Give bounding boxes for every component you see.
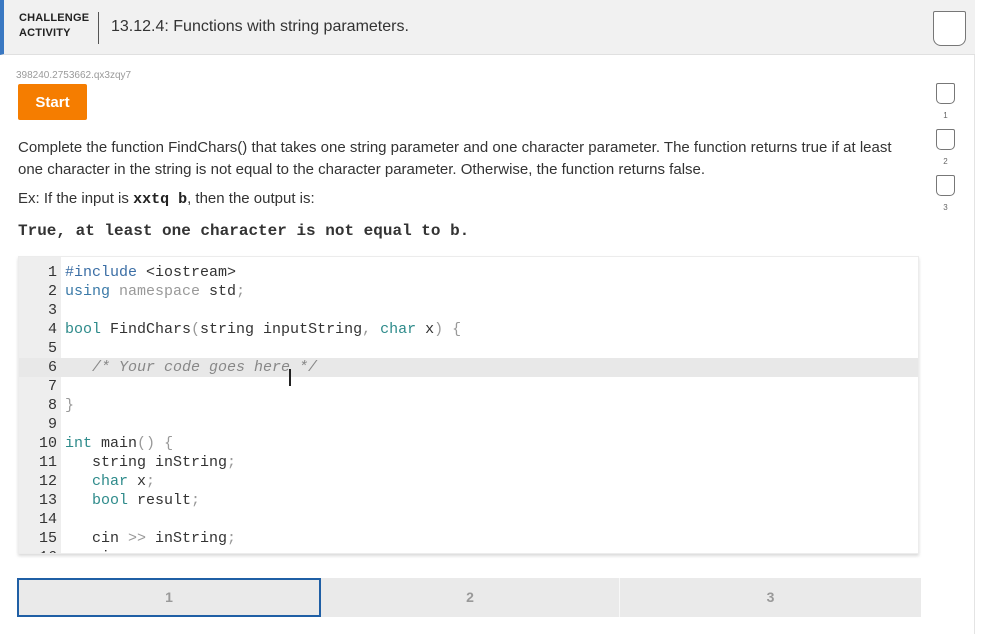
- line-number: 1: [47, 264, 57, 281]
- line-number: 15: [38, 530, 57, 547]
- code-line[interactable]: 14: [19, 510, 918, 529]
- code-line-active[interactable]: 6 /* Your code goes here */: [19, 358, 918, 377]
- activity-type-badge: CHALLENGE ACTIVITY: [19, 11, 89, 41]
- badge-line-1: CHALLENGE: [19, 12, 90, 24]
- line-number: 6: [47, 359, 57, 376]
- progress-label-3: 3: [943, 203, 948, 212]
- badge-line-2: ACTIVITY: [19, 27, 71, 39]
- line-number: 14: [38, 511, 57, 528]
- progress-label-2: 2: [943, 157, 948, 166]
- activity-id: 398240.2753662.qx3zqy7: [16, 70, 132, 81]
- line-number: 10: [38, 435, 57, 452]
- expected-output: True, at least one character is not equa…: [18, 222, 470, 240]
- progress-box-2-icon: [936, 129, 955, 150]
- level-tab-2[interactable]: 2: [321, 578, 619, 617]
- line-number: 11: [38, 454, 57, 471]
- line-number: 3: [47, 302, 57, 319]
- activity-header: CHALLENGE ACTIVITY 13.12.4: Functions wi…: [0, 0, 975, 55]
- line-number: 16: [19, 548, 57, 553]
- code-line[interactable]: 12 char x;: [19, 472, 918, 491]
- line-number: 8: [47, 397, 57, 414]
- code-line[interactable]: 8}: [19, 396, 918, 415]
- level-selector: 1 2 3: [17, 578, 921, 617]
- code-line[interactable]: 1 #include <iostream>: [19, 263, 918, 282]
- line-number: 4: [47, 321, 57, 338]
- example-input: xxtq b: [133, 191, 188, 208]
- activity-title: 13.12.4: Functions with string parameter…: [111, 18, 409, 35]
- line-number: 5: [47, 340, 57, 357]
- level-tab-3[interactable]: 3: [620, 578, 921, 617]
- line-number: 9: [47, 416, 57, 433]
- progress-box-1-icon: [936, 83, 955, 104]
- code-line[interactable]: 16 cin: [19, 548, 918, 553]
- code-line[interactable]: 15 cin >> inString;: [19, 529, 918, 548]
- code-line[interactable]: 11 string inString;: [19, 453, 918, 472]
- progress-box-3-icon: [936, 175, 955, 196]
- start-button[interactable]: Start: [18, 84, 87, 120]
- line-number: 2: [47, 283, 57, 300]
- code-line[interactable]: 10 int main() {: [19, 434, 918, 453]
- code-line[interactable]: 4 bool FindChars(string inputString, char…: [19, 320, 918, 339]
- example-text: Ex: If the input is xxtq b, then the out…: [18, 190, 315, 208]
- line-number: 13: [38, 492, 57, 509]
- challenge-card: CHALLENGE ACTIVITY 13.12.4: Functions wi…: [0, 0, 975, 634]
- line-number: 7: [47, 378, 57, 395]
- header-divider: [98, 12, 99, 44]
- text-cursor: [289, 369, 291, 386]
- code-line[interactable]: 7: [19, 377, 918, 396]
- progress-label-1: 1: [943, 111, 948, 120]
- code-line[interactable]: 2 using namespace std;: [19, 282, 918, 301]
- code-line[interactable]: 9: [19, 415, 918, 434]
- code-line[interactable]: 3: [19, 301, 918, 320]
- code-line[interactable]: 5: [19, 339, 918, 358]
- completion-chevron-icon: [933, 11, 966, 46]
- level-tab-1[interactable]: 1: [17, 578, 321, 617]
- code-editor[interactable]: 1 #include <iostream> 2 using namespace st…: [18, 256, 919, 554]
- line-number: 12: [38, 473, 57, 490]
- instructions-text: Complete the function FindChars() that t…: [18, 139, 892, 178]
- code-line[interactable]: 13 bool result;: [19, 491, 918, 510]
- example-suffix: , then the output is:: [187, 190, 315, 207]
- example-prefix: Ex: If the input is: [18, 190, 134, 207]
